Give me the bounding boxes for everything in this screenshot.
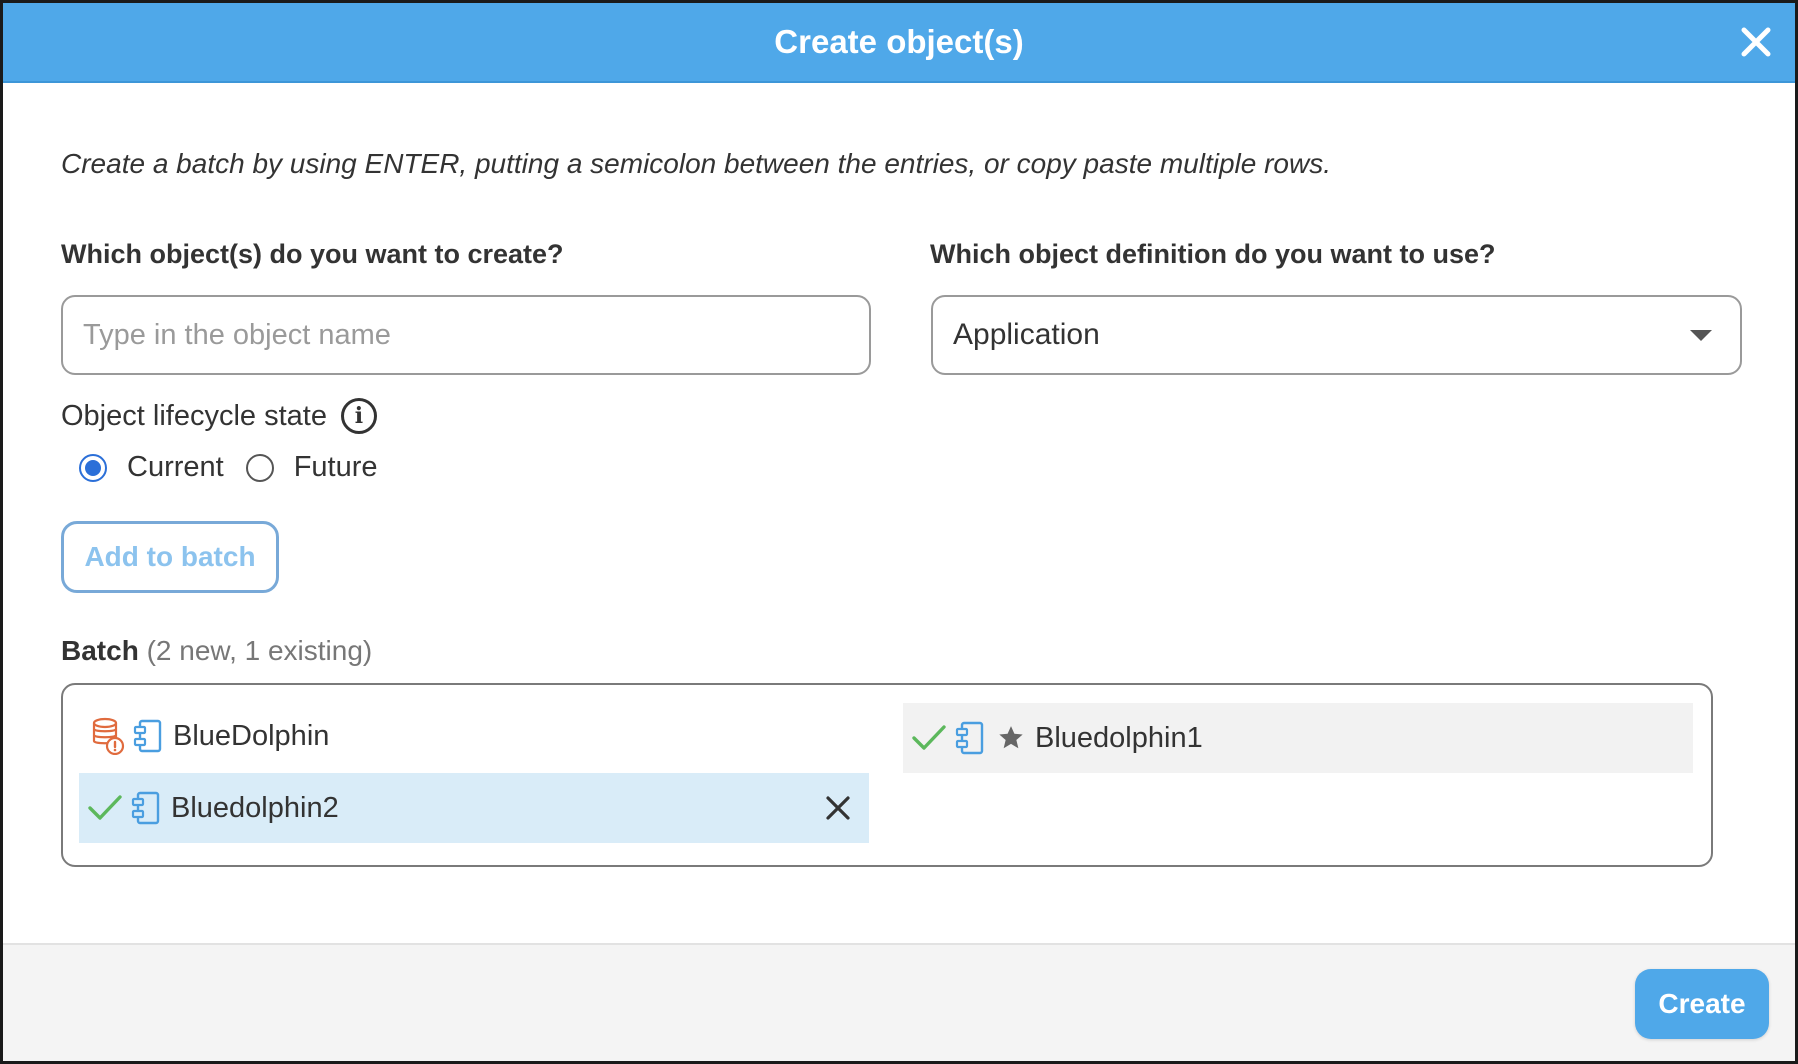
- radio-future[interactable]: [245, 453, 274, 482]
- close-button[interactable]: [1735, 21, 1777, 63]
- select-value: Application: [953, 318, 1100, 351]
- object-name-input[interactable]: [61, 295, 871, 375]
- chevron-down-icon: [1690, 329, 1712, 341]
- remove-item-button[interactable]: [819, 789, 857, 827]
- lifecycle-row: Object lifecycle state i: [61, 398, 377, 434]
- batch-item-name: Bluedolphin2: [171, 791, 339, 824]
- check-icon: [87, 793, 123, 823]
- create-button[interactable]: Create: [1635, 969, 1769, 1039]
- dialog-header: Create object(s): [3, 3, 1795, 83]
- batch-item[interactable]: BlueDolphin: [79, 701, 869, 771]
- dialog-title: Create object(s): [774, 23, 1024, 60]
- check-icon: [911, 723, 947, 753]
- application-component-icon: [131, 791, 161, 825]
- batch-item-name: BlueDolphin: [173, 719, 330, 752]
- application-component-icon: [133, 719, 163, 753]
- add-to-batch-button[interactable]: Add to batch: [61, 521, 279, 593]
- close-icon: [1741, 27, 1771, 57]
- create-objects-dialog: Create object(s) Create a batch by using…: [0, 0, 1798, 1064]
- batch-item[interactable]: Bluedolphin2: [79, 773, 869, 843]
- database-warning-icon: [91, 717, 125, 755]
- definition-label: Which object definition do you want to u…: [930, 239, 1496, 269]
- info-icon[interactable]: i: [340, 398, 377, 434]
- radio-current[interactable]: [79, 453, 107, 482]
- batch-list: BlueDolphin Bluedolphin1 Bluedolphin2: [61, 683, 1713, 867]
- object-definition-select[interactable]: Application: [931, 295, 1742, 375]
- batch-title: Batch: [61, 635, 139, 666]
- star-icon: [997, 724, 1025, 752]
- instructions-text: Create a batch by using ENTER, putting a…: [61, 148, 1331, 179]
- batch-label: Batch (2 new, 1 existing): [61, 635, 372, 667]
- lifecycle-label: Object lifecycle state: [61, 399, 327, 432]
- dialog-footer: Create: [3, 943, 1795, 1061]
- radio-future-label[interactable]: Future: [294, 451, 378, 484]
- batch-count: (2 new, 1 existing): [146, 635, 373, 666]
- batch-item-name: Bluedolphin1: [1035, 721, 1203, 754]
- application-component-icon: [955, 721, 985, 755]
- lifecycle-radio-group: Current Future: [79, 451, 400, 484]
- close-icon: [826, 796, 850, 820]
- radio-current-label[interactable]: Current: [127, 451, 224, 484]
- objects-label: Which object(s) do you want to create?: [61, 239, 564, 269]
- batch-item[interactable]: Bluedolphin1: [903, 703, 1693, 773]
